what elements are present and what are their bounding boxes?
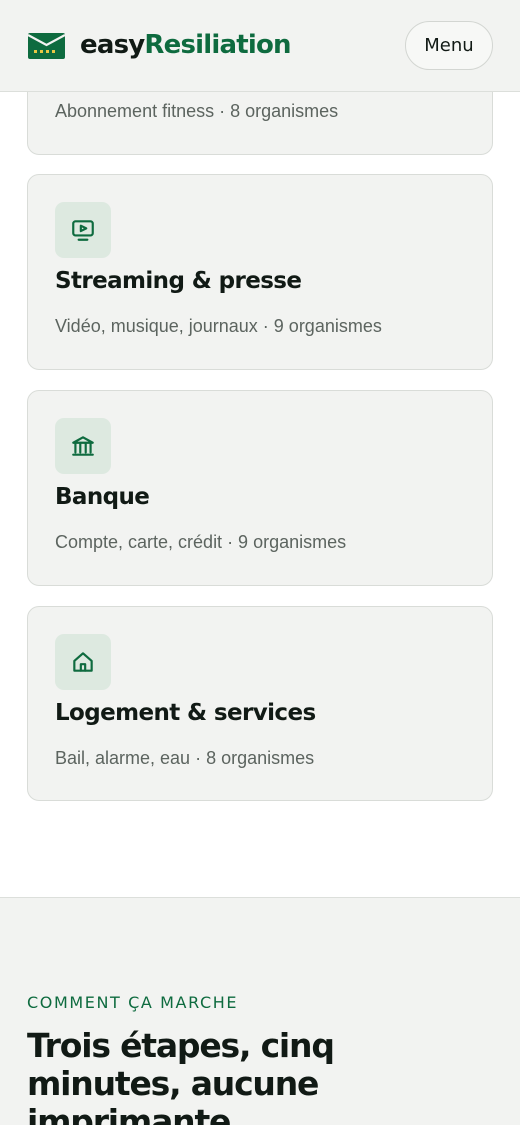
envelope-logo-icon[interactable] xyxy=(28,33,65,59)
logo-text-easy: easy xyxy=(80,30,145,60)
logo-wordmark[interactable]: easyResiliation xyxy=(80,27,292,63)
category-card-title: Banque xyxy=(55,484,150,510)
site-header: easyResiliation Menu xyxy=(0,0,520,92)
how-it-works-section: COMMENT ÇA MARCHE Trois étapes, cinq min… xyxy=(0,897,520,1125)
category-card-icon xyxy=(55,418,111,474)
category-card-streaming[interactable]: Streaming & presse Vidéo, musique, journ… xyxy=(27,174,493,370)
category-card-banque[interactable]: Banque Compte, carte, crédit · 9 organis… xyxy=(27,390,493,586)
category-card-title: Logement & services xyxy=(55,700,316,726)
category-card-subtitle: Bail, alarme, eau · 8 organismes xyxy=(55,748,315,768)
category-card-icon xyxy=(55,202,111,258)
logo-text-resiliation: Resiliation xyxy=(144,30,291,60)
category-card-subtitle: Abonnement fitness · 8 organismes xyxy=(55,101,339,121)
menu-button[interactable]: Menu xyxy=(405,21,493,70)
category-card-title: Streaming & presse xyxy=(55,268,302,294)
category-card-icon xyxy=(55,634,111,690)
tv-play-icon xyxy=(72,220,94,241)
house-icon xyxy=(73,652,93,672)
category-card-subtitle: Vidéo, musique, journaux · 9 organismes xyxy=(55,316,382,336)
section-eyebrow: COMMENT ÇA MARCHE xyxy=(27,993,239,1012)
category-card-subtitle: Compte, carte, crédit · 9 organismes xyxy=(55,532,347,552)
bank-icon xyxy=(72,436,94,456)
section-heading: Trois étapes, cinq minutes, aucune impri… xyxy=(27,1026,335,1125)
category-card-logement[interactable]: Logement & services Bail, alarme, eau · … xyxy=(27,606,493,801)
